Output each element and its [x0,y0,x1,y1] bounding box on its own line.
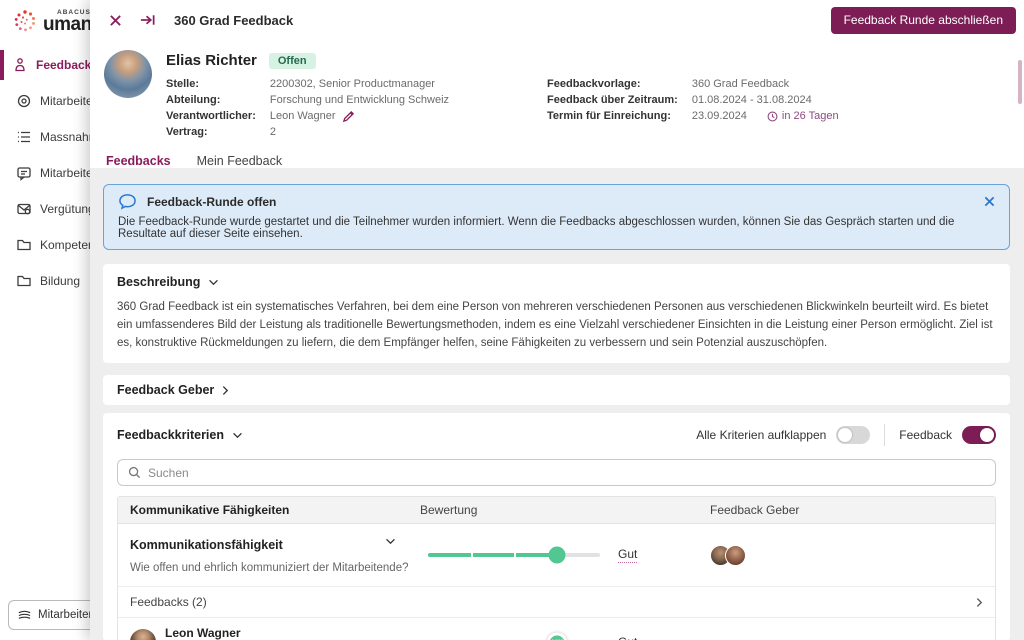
description-body: 360 Grad Feedback ist ein systematisches… [117,299,996,352]
chat-bubble-icon [16,165,32,181]
search-input[interactable] [148,466,985,480]
detail-value: 23.09.2024 [692,109,747,124]
finish-feedback-round-button[interactable]: Feedback Runde abschließen [831,7,1016,34]
employee-avatar [104,50,152,98]
status-badge: Offen [269,53,316,69]
person-podium-icon [12,57,28,73]
banner-close-icon[interactable] [984,196,995,207]
feedback-entry-row: Leon Wagner 09.08.2024 360 Grad Feedback [118,617,995,640]
task-list-icon [16,129,32,145]
megaphone-icon [16,93,32,109]
expand-all-label: Alle Kriterien aufklappen [696,428,826,442]
due-text: in 26 Tagen [782,109,839,124]
search-icon [128,466,141,479]
rating-label[interactable]: Gut [618,635,637,640]
panel-content: Feedback-Runde offen Die Feedback-Runde … [90,168,1024,640]
detail-value: 2200302, Senior Productmanager [270,77,449,92]
collapse-to-side-icon[interactable] [136,9,158,31]
criteria-title: Feedbackkriterien [117,428,224,442]
employee-details-left: Stelle: 2200302, Senior Productmanager A… [166,77,449,140]
detail-value: 01.08.2024 - 31.08.2024 [692,93,839,108]
detail-label: Stelle: [166,77,256,92]
page-title: 360 Grad Feedback [174,13,293,28]
chevron-down-icon[interactable] [232,432,243,439]
sidebar-item-label: Bildung [40,274,80,288]
divider [884,424,885,446]
description-card: Beschreibung 360 Grad Feedback ist ein s… [103,264,1010,363]
feedback-geber-title: Feedback Geber [117,383,214,397]
info-banner: Feedback-Runde offen Die Feedback-Runde … [103,184,1010,250]
detail-value: 360 Grad Feedback [692,77,839,92]
folder-icon [16,237,32,253]
detail-label: Abteilung: [166,93,256,108]
feedback-geber-avatars [698,545,995,566]
folder-icon [16,273,32,289]
column-header: Bewertung [408,497,698,523]
panel-header: 360 Grad Feedback Feedback Runde abschli… [90,0,1024,40]
clock-icon [767,111,778,122]
avatar [725,545,746,566]
criterion-row: Kommunikationsfähigkeit Wie offen und eh… [118,524,995,586]
criterion-name: Kommunikationsfähigkeit [130,538,283,552]
sidebar-item-label: Feedbacks [36,58,98,72]
employee-details-right: Feedbackvorlage: 360 Grad Feedback Feedb… [547,77,839,140]
close-icon[interactable] [104,9,126,31]
banner-body: Die Feedback-Runde wurde gestartet und d… [118,216,995,240]
slider-knob[interactable] [549,547,566,564]
detail-label: Verantwortlicher: [166,109,256,124]
table-header-row: Kommunikative Fähigkeiten Bewertung Feed… [118,497,995,524]
speech-bubble-icon [118,193,137,210]
due-indicator: in 26 Tagen [767,109,839,124]
feedbacks-count: Feedbacks (2) [130,595,207,609]
expand-all-toggle[interactable] [836,426,870,444]
detail-label: Feedback über Zeitraum: [547,93,678,108]
feedback-giver-name: Leon Wagner [165,626,331,640]
geber-empty-value: - [698,636,995,640]
rating-slider[interactable] [428,553,600,557]
feedback-giver-avatar [130,629,156,640]
feedback-geber-card[interactable]: Feedback Geber [103,375,1010,405]
employee-header: Elias Richter Offen Stelle: 2200302, Sen… [90,40,1024,140]
detail-label: Termin für Einreichung: [547,109,678,124]
edit-pencil-icon[interactable] [342,110,355,123]
employee-name: Elias Richter [166,52,257,69]
abacus-swirl-icon [12,8,38,34]
detail-label: Feedbackvorlage: [547,77,678,92]
column-header: Feedback Geber [698,497,995,523]
rating-label[interactable]: Gut [618,547,637,563]
scrollbar-thumb[interactable] [1018,60,1022,104]
criteria-table: Kommunikative Fähigkeiten Bewertung Feed… [117,496,996,640]
search-box [117,459,996,486]
chevron-right-icon[interactable] [222,385,229,396]
detail-value: Forschung und Entwicklung Schweiz [270,93,449,108]
feedback-detail-panel: 360 Grad Feedback Feedback Runde abschli… [90,0,1024,640]
mail-money-icon [16,201,32,217]
banner-title: Feedback-Runde offen [147,195,276,209]
chevron-right-icon[interactable] [976,597,983,608]
feedback-toggle-label: Feedback [899,428,952,442]
criterion-question: Wie offen und ehrlich kommuniziert der M… [130,562,396,574]
chevron-down-icon[interactable] [208,279,219,286]
layers-icon [17,608,32,623]
description-title: Beschreibung [117,275,200,289]
feedbacks-expand-row[interactable]: Feedbacks (2) [118,586,995,617]
detail-value: 2 [270,125,449,140]
column-header: Kommunikative Fähigkeiten [118,497,408,523]
chevron-down-icon[interactable] [385,538,396,545]
detail-value: Leon Wagner [270,109,336,124]
feedback-criteria-card: Feedbackkriterien Alle Kriterien aufklap… [103,413,1010,640]
detail-label: Vertrag: [166,125,256,140]
feedback-toggle[interactable] [962,426,996,444]
slider-knob-initials[interactable]: LW [547,633,568,640]
